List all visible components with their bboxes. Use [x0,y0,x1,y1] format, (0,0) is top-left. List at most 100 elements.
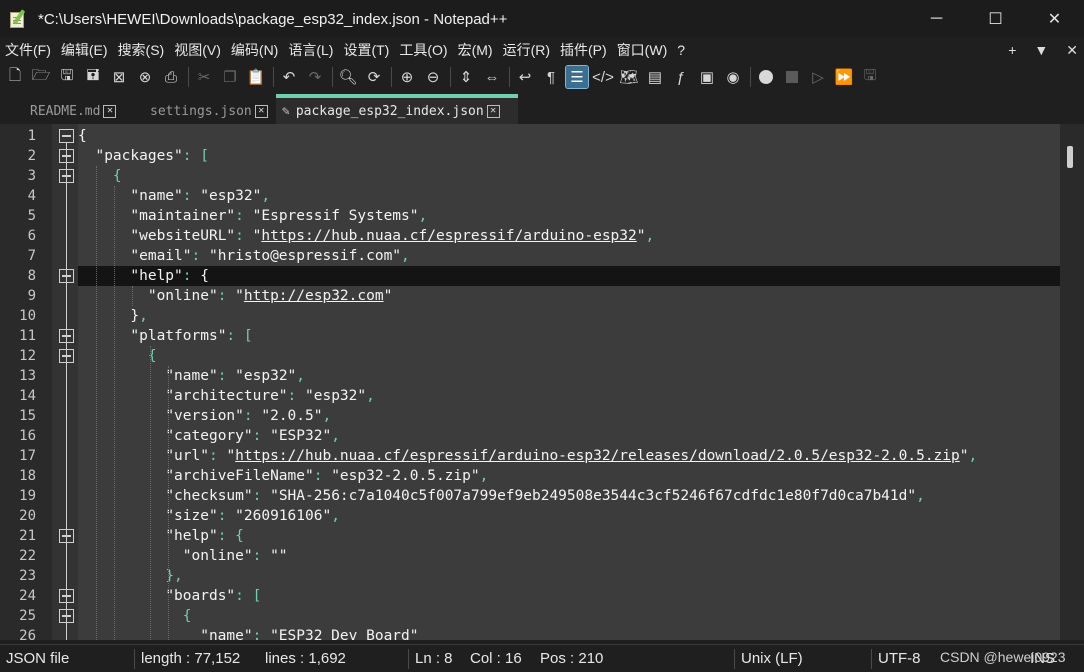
code-line[interactable]: 4 "name": "esp32", [0,186,1060,206]
code-line[interactable]: 21 "help": { [0,526,1060,546]
open-file-icon[interactable]: 🗁 [30,66,52,88]
menu-encoding[interactable]: 编码(N) [226,40,283,60]
code-line[interactable]: 22 "online": "" [0,546,1060,566]
menu-language[interactable]: 语言(L) [283,40,338,60]
cut-icon[interactable]: ✂ [193,66,215,88]
menu-macro[interactable]: 宏(M) [453,40,498,60]
menu-tools[interactable]: 工具(O) [394,40,452,60]
code-line[interactable]: 7 "email": "hristo@espressif.com", [0,246,1060,266]
sync-vertical-icon[interactable]: ⇕ [455,66,477,88]
tab-readme[interactable]: README.md ✕ [30,98,117,124]
toolbar: 🗋 🗁 🖫 🖬 ⊠ ⊗ ⎙ ✂ ❐ 📋 ↶ ↷ 🔍︎ ⟳ ⊕ ⊖ ⇕ ⇔ ↩ ¶… [0,62,1084,92]
menu-settings[interactable]: 设置(T) [338,40,394,60]
save-icon[interactable]: 🖫 [56,66,78,88]
minimize-button[interactable]: ─ [907,0,966,38]
status-eol[interactable]: Unix (LF) [741,650,803,667]
tab-list-dropdown-button[interactable]: ▼ [1034,42,1048,58]
menu-run[interactable]: 运行(R) [498,40,555,60]
tab-package-esp32-index[interactable]: ✎ package_esp32_index.json ✕ [276,94,518,124]
code-line[interactable]: 26 "name": "ESP32 Dev Board" [0,626,1060,640]
code-line[interactable]: 2 "packages": [ [0,146,1060,166]
zoom-in-icon[interactable]: ⊕ [396,66,418,88]
document-map-icon[interactable]: 🗺︎ [618,66,640,88]
menu-file[interactable]: 文件(F) [0,40,56,60]
scrollbar-thumb[interactable] [1067,146,1073,168]
code-line[interactable]: 9 "online": "http://esp32.com" [0,286,1060,306]
menu-search[interactable]: 搜索(S) [113,40,170,60]
code-token: "help" [130,268,183,284]
code-line[interactable]: 1{ [0,126,1060,146]
code-line[interactable]: 19 "checksum": "SHA-256:c7a1040c5f007a79… [0,486,1060,506]
new-file-icon[interactable]: 🗋 [4,66,26,88]
code-url-link[interactable]: https://hub.nuaa.cf/espressif/arduino-es… [235,448,960,464]
folder-as-workspace-icon[interactable]: ▣ [696,66,718,88]
code-line[interactable]: 14 "architecture": "esp32", [0,386,1060,406]
toolbar-separator [450,67,451,87]
code-line[interactable]: 5 "maintainer": "Espressif Systems", [0,206,1060,226]
menu-plugins[interactable]: 插件(P) [555,40,612,60]
sync-horizontal-icon[interactable]: ⇔ [481,66,503,88]
code-line[interactable]: 17 "url": "https://hub.nuaa.cf/espressif… [0,446,1060,466]
maximize-button[interactable]: ☐ [966,0,1025,38]
tab-close-icon[interactable]: ✕ [103,104,117,118]
close-window-button[interactable]: ✕ [1025,0,1084,38]
code-line[interactable]: 20 "size": "260916106", [0,506,1060,526]
status-encoding[interactable]: UTF-8 [878,650,921,667]
find-icon[interactable]: 🔍︎ [337,66,359,88]
macro-save-icon[interactable]: 🖫 [859,66,881,88]
code-line[interactable]: 3 { [0,166,1060,186]
code-line[interactable]: 11 "platforms": [ [0,326,1060,346]
code-token: , [331,508,340,524]
code-url-link[interactable]: https://hub.nuaa.cf/espressif/arduino-es… [261,228,636,244]
code-token: { [112,168,122,184]
macro-record-icon[interactable] [755,66,777,88]
code-line[interactable]: 18 "archiveFileName": "esp32-2.0.5.zip", [0,466,1060,486]
udl-icon[interactable]: </> [592,66,614,88]
menu-window[interactable]: 窗口(W) [612,40,673,60]
function-list-icon[interactable]: ƒ [670,66,692,88]
code-line[interactable]: 13 "name": "esp32", [0,366,1060,386]
menu-view[interactable]: 视图(V) [169,40,226,60]
code-text: "online": "" [78,546,288,566]
document-list-icon[interactable]: ▤ [644,66,666,88]
replace-icon[interactable]: ⟳ [363,66,385,88]
tab-close-icon[interactable]: ✕ [254,104,268,118]
macro-stop-icon[interactable] [781,66,803,88]
paste-icon[interactable]: 📋 [245,66,267,88]
zoom-out-icon[interactable]: ⊖ [422,66,444,88]
redo-icon[interactable]: ↷ [304,66,326,88]
print-icon[interactable]: ⎙ [160,66,182,88]
code-line[interactable]: 16 "category": "ESP32", [0,426,1060,446]
code-line[interactable]: 15 "version": "2.0.5", [0,406,1060,426]
code-line[interactable]: 10 }, [0,306,1060,326]
tab-settings[interactable]: settings.json ✕ [150,98,268,124]
word-wrap-icon[interactable]: ↩ [514,66,536,88]
new-tab-button[interactable]: + [1008,42,1016,58]
tab-close-icon[interactable]: ✕ [486,104,500,118]
code-line[interactable]: 6 "websiteURL": "https://hub.nuaa.cf/esp… [0,226,1060,246]
vertical-scrollbar[interactable] [1060,124,1084,640]
code-text: "name": "esp32", [78,366,305,386]
code-line[interactable]: 12 { [0,346,1060,366]
code-line[interactable]: 24 "boards": [ [0,586,1060,606]
fold-toggle-icon[interactable] [59,129,74,143]
macro-play-icon[interactable]: ▷ [807,66,829,88]
menu-help[interactable]: ? [672,42,690,58]
menu-edit[interactable]: 编辑(E) [56,40,113,60]
undo-icon[interactable]: ↶ [278,66,300,88]
code-line[interactable]: 23 }, [0,566,1060,586]
copy-icon[interactable]: ❐ [219,66,241,88]
close-all-icon[interactable]: ⊗ [134,66,156,88]
close-icon[interactable]: ⊠ [108,66,130,88]
macro-run-multiple-icon[interactable]: ⏩ [833,66,855,88]
indent-guide-icon[interactable]: ☰ [565,65,589,89]
code-url-link[interactable]: http://esp32.com [244,288,384,304]
close-tab-button[interactable]: ✕ [1066,42,1078,59]
save-all-icon[interactable]: 🖬 [82,66,104,88]
code-line[interactable]: 8 "help": { [28,266,1060,286]
show-all-chars-icon[interactable]: ¶ [540,66,562,88]
line-number: 9 [27,288,36,304]
editor[interactable]: 1{2 "packages": [3 {4 "name": "esp32", 5 … [0,124,1084,640]
monitoring-icon[interactable]: ◉ [722,66,744,88]
code-line[interactable]: 25 { [0,606,1060,626]
